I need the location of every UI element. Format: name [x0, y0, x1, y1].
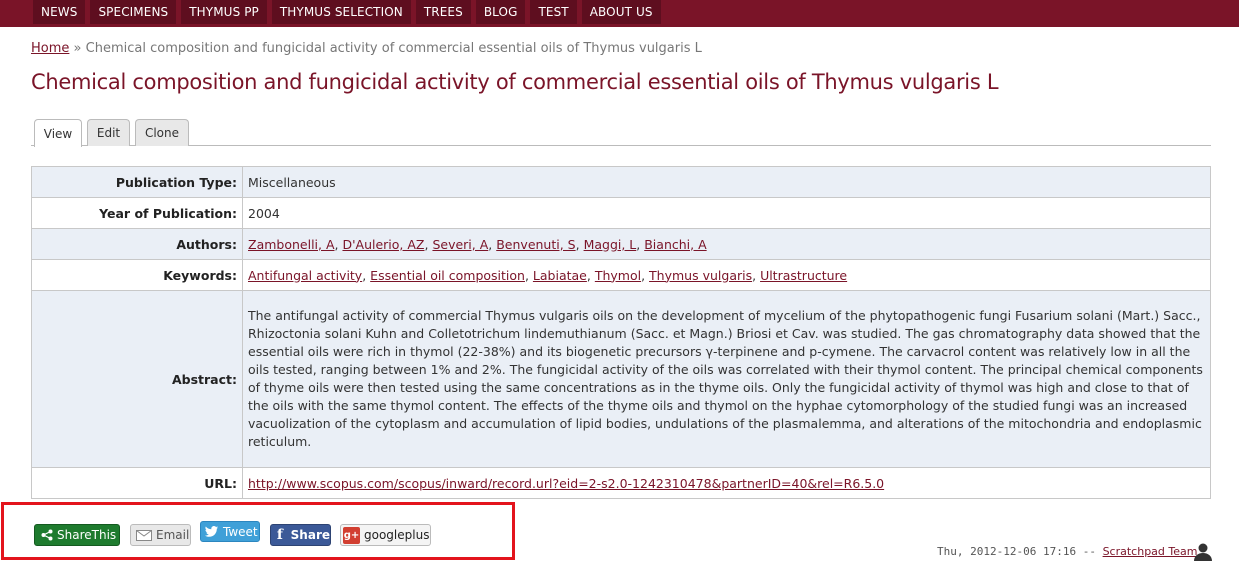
abstract-line: Rhizoctonia solani Kuhn and Colletotrich… — [248, 326, 1201, 341]
tab-edit[interactable]: Edit — [87, 119, 130, 146]
breadcrumb-separator: » — [73, 41, 82, 56]
keyword-link[interactable]: Antifungal activity — [248, 268, 362, 283]
share-icon — [41, 529, 53, 541]
user-icon — [1193, 543, 1213, 561]
author-link[interactable]: D'Aulerio, AZ — [342, 237, 424, 252]
keyword-link[interactable]: Labiatae — [533, 268, 587, 283]
abstract-line: reticulum. — [248, 434, 312, 449]
facebook-icon: f — [276, 527, 283, 543]
abstract-text: The antifungal activity of commercial Th… — [242, 290, 1211, 468]
row-authors: Authors: Zambonelli, A, D'Aulerio, AZ, S… — [31, 228, 1211, 260]
keywords-label: Keywords: — [31, 259, 243, 291]
tab-view[interactable]: View — [34, 119, 82, 147]
facebook-share-button[interactable]: f Share — [270, 524, 331, 546]
nav-item-about-us[interactable]: ABOUT US — [581, 0, 661, 24]
submitted-meta: Thu, 2012-12-06 17:16 -- Scratchpad Team — [937, 545, 1197, 558]
year-label: Year of Publication: — [31, 197, 243, 229]
nav-item-thymus-pp[interactable]: THYMUS PP — [181, 0, 267, 24]
breadcrumb-current: Chemical composition and fungicidal acti… — [85, 41, 702, 56]
email-button[interactable]: Email — [130, 524, 191, 546]
top-nav: NEWS SPECIMENS THYMUS PP THYMUS SELECTIO… — [0, 0, 1239, 27]
googleplus-icon: g+ — [343, 526, 360, 544]
row-keywords: Keywords: Antifungal activity, Essential… — [31, 259, 1211, 291]
author-link[interactable]: Bianchi, A — [644, 237, 706, 252]
keyword-link[interactable]: Thymol — [595, 268, 641, 283]
keyword-link[interactable]: Ultrastructure — [760, 268, 847, 283]
email-label: Email — [156, 528, 190, 542]
keyword-link[interactable]: Essential oil composition — [370, 268, 525, 283]
twitter-bird-icon — [205, 526, 219, 537]
tab-bar: View Edit Clone — [31, 119, 1211, 147]
share-buttons-highlight-box: ShareThis Email Tweet f Share g+ googlep… — [1, 502, 515, 560]
tweet-button[interactable]: Tweet — [200, 521, 260, 542]
url-link[interactable]: http://www.scopus.com/scopus/inward/reco… — [248, 476, 884, 491]
abstract-line: of thyme oils were then tested using the… — [248, 380, 1189, 395]
nav-item-news[interactable]: NEWS — [33, 0, 86, 24]
author-profile-link[interactable]: Scratchpad Team — [1103, 545, 1198, 558]
abstract-line: the oils with the same thymol content. T… — [248, 398, 1188, 413]
googleplus-label: googleplus — [364, 528, 430, 542]
year-value: 2004 — [242, 197, 1211, 229]
top-nav-list: NEWS SPECIMENS THYMUS PP THYMUS SELECTIO… — [33, 0, 666, 24]
url-label: URL: — [31, 467, 243, 499]
abstract-line: essential oils were rich in thymol (22-3… — [248, 344, 1191, 359]
keyword-link[interactable]: Thymus vulgaris — [649, 268, 752, 283]
row-year: Year of Publication: 2004 — [31, 197, 1211, 229]
submitted-date: Thu, 2012-12-06 17:16 — [937, 545, 1077, 558]
author-link[interactable]: Maggi, L — [584, 237, 637, 252]
authors-list: Zambonelli, A, D'Aulerio, AZ, Severi, A,… — [242, 228, 1211, 260]
row-publication-type: Publication Type: Miscellaneous — [31, 166, 1211, 198]
sharethis-button[interactable]: ShareThis — [34, 524, 120, 546]
abstract-line: oils tested, ranging between 1% and 2%. … — [248, 362, 1203, 377]
publication-type-value: Miscellaneous — [242, 166, 1211, 198]
row-url: URL: http://www.scopus.com/scopus/inward… — [31, 467, 1211, 499]
meta-separator: -- — [1082, 545, 1096, 558]
keywords-list: Antifungal activity, Essential oil compo… — [242, 259, 1211, 291]
author-link[interactable]: Severi, A — [432, 237, 488, 252]
abstract-label: Abstract: — [31, 290, 243, 468]
author-link[interactable]: Benvenuti, S — [496, 237, 575, 252]
row-abstract: Abstract: The antifungal activity of com… — [31, 290, 1211, 468]
author-link[interactable]: Zambonelli, A — [248, 237, 335, 252]
sharethis-label: ShareThis — [57, 528, 117, 542]
tweet-label: Tweet — [223, 524, 258, 539]
publication-details-table: Publication Type: Miscellaneous Year of … — [31, 166, 1211, 499]
authors-label: Authors: — [31, 228, 243, 260]
nav-item-blog[interactable]: BLOG — [475, 0, 526, 24]
nav-item-trees[interactable]: TREES — [415, 0, 471, 24]
nav-item-test[interactable]: TEST — [530, 0, 577, 24]
nav-item-specimens[interactable]: SPECIMENS — [90, 0, 177, 24]
page-title: Chemical composition and fungicidal acti… — [31, 70, 999, 94]
email-icon — [136, 529, 152, 541]
breadcrumb-home-link[interactable]: Home — [31, 41, 69, 56]
abstract-line: The antifungal activity of commercial Th… — [248, 308, 1201, 323]
facebook-share-label: Share — [290, 528, 330, 542]
publication-type-label: Publication Type: — [31, 166, 243, 198]
abstract-line: vacuolization of the cytoplasm and accum… — [248, 416, 1202, 431]
googleplus-button[interactable]: g+ googleplus — [340, 524, 431, 546]
nav-item-thymus-selection[interactable]: THYMUS SELECTION — [271, 0, 411, 24]
breadcrumb: Home » Chemical composition and fungicid… — [31, 41, 702, 56]
tab-clone[interactable]: Clone — [135, 119, 189, 146]
url-value: http://www.scopus.com/scopus/inward/reco… — [242, 467, 1211, 499]
